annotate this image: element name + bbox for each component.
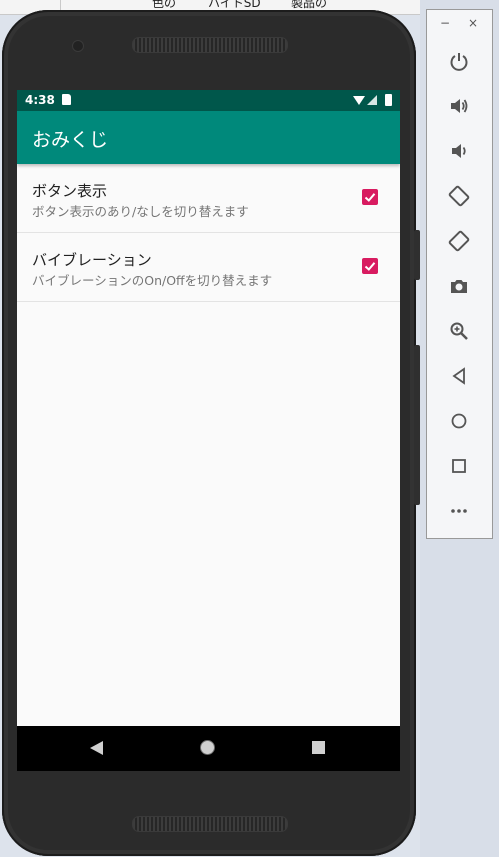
checkmark-icon xyxy=(364,262,376,271)
nav-recents-icon[interactable] xyxy=(312,741,325,754)
home-icon xyxy=(451,413,467,429)
volume-down-icon xyxy=(452,144,466,158)
overview-button[interactable] xyxy=(441,448,477,484)
volume-down-button[interactable] xyxy=(441,133,477,169)
volume-up-button[interactable] xyxy=(441,88,477,124)
volume-side-button xyxy=(414,230,420,280)
signal-icon xyxy=(367,95,377,105)
rotate-right-button[interactable] xyxy=(441,223,477,259)
top-speaker xyxy=(132,37,288,53)
back-button[interactable] xyxy=(441,358,477,394)
preference-button-display[interactable]: ボタン表示 ボタン表示のあり/なしを切り替えます xyxy=(17,164,400,233)
button-display-checkbox[interactable] xyxy=(362,189,378,205)
emulator-toolbar: − × xyxy=(426,9,493,539)
zoom-icon xyxy=(450,322,468,340)
power-button[interactable] xyxy=(441,43,477,79)
app-title: おみくじ xyxy=(32,129,109,151)
power-icon xyxy=(450,53,468,71)
zoom-button[interactable] xyxy=(441,313,477,349)
rotate-left-button[interactable] xyxy=(441,178,477,214)
overview-icon xyxy=(452,459,466,473)
device-screen: 4:38 おみくじ ボタン表示 ボタン表示のあり/なしを切り替えます バイブレー… xyxy=(17,90,400,771)
power-side-button xyxy=(414,345,420,505)
close-button[interactable]: × xyxy=(468,16,478,30)
rotate-left-icon xyxy=(448,185,470,207)
preference-vibration[interactable]: バイブレーション バイブレーションのOn/Offを切り替えます xyxy=(17,233,400,302)
vibration-checkbox[interactable] xyxy=(362,258,378,274)
back-icon xyxy=(452,367,465,385)
bottom-speaker xyxy=(132,816,288,832)
screenshot-button[interactable] xyxy=(441,268,477,304)
preference-summary: ボタン表示のあり/なしを切り替えます xyxy=(32,204,249,219)
rotate-right-icon xyxy=(448,230,470,252)
sd-card-icon xyxy=(62,94,71,105)
navigation-bar xyxy=(17,726,400,771)
wifi-icon xyxy=(353,96,365,105)
status-time: 4:38 xyxy=(25,93,55,107)
status-bar: 4:38 xyxy=(17,90,400,111)
nav-home-icon[interactable] xyxy=(200,740,215,755)
checkmark-icon xyxy=(364,193,376,202)
nav-back-icon[interactable] xyxy=(90,741,103,755)
preference-summary: バイブレーションのOn/Offを切り替えます xyxy=(32,273,273,288)
camera-icon xyxy=(451,280,467,293)
front-camera xyxy=(72,40,84,52)
toolbar-window-controls: − × xyxy=(427,16,492,36)
minimize-button[interactable]: − xyxy=(440,16,450,30)
app-bar: おみくじ xyxy=(17,111,400,164)
battery-icon xyxy=(385,94,392,106)
more-button[interactable] xyxy=(441,493,477,529)
more-icon xyxy=(451,509,467,513)
preference-title: ボタン表示 xyxy=(32,182,108,200)
preference-title: バイブレーション xyxy=(32,251,152,269)
home-button[interactable] xyxy=(441,403,477,439)
volume-up-icon xyxy=(451,99,468,113)
